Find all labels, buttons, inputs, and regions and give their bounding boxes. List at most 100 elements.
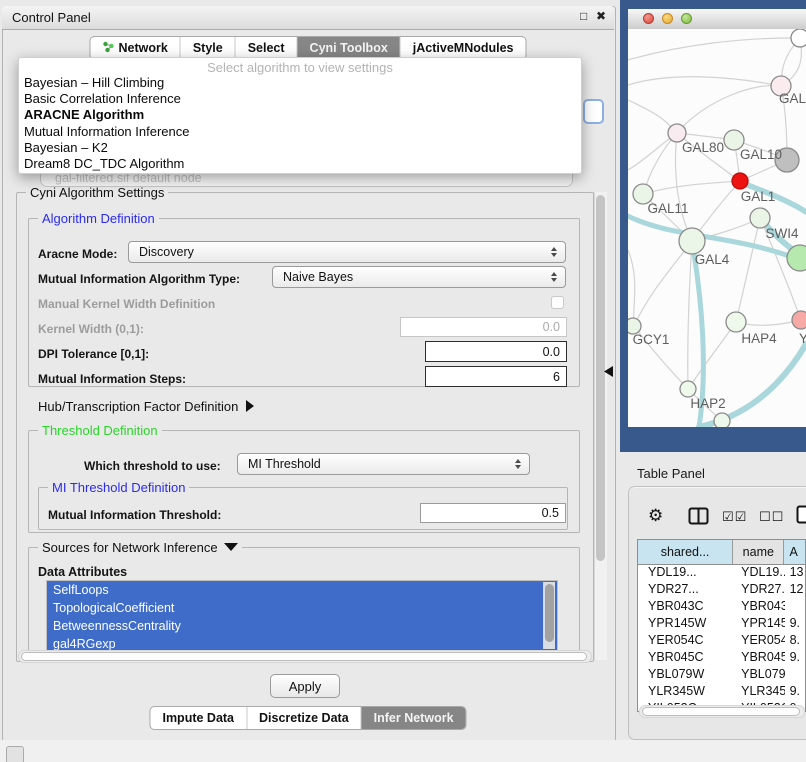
- zoom-traffic-light-button[interactable]: [681, 13, 692, 24]
- table-row[interactable]: YER054CYER054C8.: [638, 633, 805, 650]
- mi-threshold-label: Mutual Information Threshold:: [48, 508, 221, 522]
- minimized-panel-button[interactable]: [6, 746, 24, 762]
- attributes-list-scrollbar-thumb[interactable]: [545, 584, 554, 642]
- table-row[interactable]: YBR045CYBR045C9.: [638, 650, 805, 667]
- attribute-item-selfloops[interactable]: SelfLoops: [47, 581, 557, 599]
- settings-horizontal-scrollbar-thumb[interactable]: [21, 652, 587, 661]
- sources-group-toggle[interactable]: Sources for Network Inference: [38, 540, 242, 555]
- network-window-titlebar[interactable]: [628, 9, 806, 30]
- table-cell: 9.: [785, 616, 805, 633]
- column-header-name[interactable]: name: [733, 540, 784, 564]
- mi-steps-value: 6: [553, 370, 560, 384]
- table-row[interactable]: YLR345WYLR345W9.: [638, 684, 805, 701]
- table-cell: [785, 667, 805, 684]
- network-node-label: GAL10: [740, 147, 782, 162]
- network-edge: [634, 241, 692, 326]
- attributes-list-scrollbar[interactable]: [543, 582, 555, 649]
- hub-definition-expander[interactable]: Hub/Transcription Factor Definition: [38, 399, 254, 414]
- network-node-swi4[interactable]: [750, 208, 770, 228]
- table-cell: YER054C: [733, 633, 784, 650]
- apply-button[interactable]: Apply: [270, 674, 340, 698]
- inference-combo-fragment[interactable]: [583, 99, 604, 124]
- network-node-unlabeled-0[interactable]: [791, 29, 806, 47]
- attribute-item-topologicalcoefficient[interactable]: TopologicalCoefficient: [47, 599, 557, 617]
- columns-icon[interactable]: [688, 507, 709, 530]
- tab-network[interactable]: Network: [90, 37, 180, 59]
- bottom-tab-discretize-data[interactable]: Discretize Data: [247, 707, 362, 729]
- network-node-label: Y: [799, 331, 806, 346]
- settings-vertical-scrollbar[interactable]: [594, 192, 607, 660]
- settings-horizontal-scrollbar[interactable]: [18, 650, 592, 663]
- algorithm-option-aracne-algorithm[interactable]: ARACNE Algorithm: [19, 107, 581, 123]
- table-cell: YLR345W: [638, 684, 733, 701]
- algorithm-option-mutual-information-inference[interactable]: Mutual Information Inference: [19, 124, 581, 140]
- node-table: shared...nameA YDL19...YDL19...13YDR27..…: [637, 539, 806, 712]
- network-node-hap4[interactable]: [726, 312, 746, 332]
- show-checked-columns-icon[interactable]: ☑☑: [722, 509, 747, 525]
- network-node-y[interactable]: [792, 311, 806, 329]
- gear-icon[interactable]: ⚙: [648, 506, 663, 526]
- network-edge: [628, 250, 635, 326]
- table-row[interactable]: YDR27...YDR27...12: [638, 582, 805, 599]
- expand-right-icon: [246, 400, 254, 412]
- attribute-item-betweennesscentrality[interactable]: BetweennessCentrality: [47, 617, 557, 635]
- aracne-mode-combo[interactable]: Discovery: [128, 241, 566, 263]
- algorithm-option-bayesian-k2[interactable]: Bayesian – K2: [19, 140, 581, 156]
- minimize-traffic-light-button[interactable]: [662, 13, 673, 24]
- mi-threshold-group-title: MI Threshold Definition: [48, 480, 189, 495]
- algorithm-option-dream8-dc-tdc-algorithm[interactable]: Dream8 DC_TDC Algorithm: [19, 156, 581, 172]
- tab-select[interactable]: Select: [236, 37, 298, 59]
- algorithm-definition-title: Algorithm Definition: [38, 211, 159, 226]
- hide-columns-icon[interactable]: ☐☐: [759, 509, 784, 525]
- bottom-tab-infer-network[interactable]: Infer Network: [362, 707, 466, 729]
- table-cell: YBR043C: [733, 599, 784, 616]
- mi-steps-label: Mutual Information Steps:: [38, 372, 186, 386]
- column-header-shared[interactable]: shared...: [638, 540, 733, 564]
- which-threshold-combo[interactable]: MI Threshold: [237, 453, 530, 475]
- close-traffic-light-button[interactable]: [643, 13, 654, 24]
- bottom-tab-impute-data[interactable]: Impute Data: [150, 707, 247, 729]
- network-edge: [628, 38, 792, 60]
- network-canvas[interactable]: GALGAL80GAL10GAL1GAL11SWI4GAL4GCY1HAP4YH…: [628, 29, 806, 427]
- export-table-icon[interactable]: [796, 505, 806, 529]
- tab-label: Select: [248, 41, 285, 55]
- mi-type-combo[interactable]: Naive Bayes: [272, 266, 566, 288]
- table-horizontal-scrollbar[interactable]: [639, 705, 805, 718]
- table-row[interactable]: YPR145WYPR145W9.: [638, 616, 805, 633]
- close-window-icon[interactable]: ✖: [596, 9, 606, 23]
- network-node-unlabeled-9[interactable]: [787, 245, 806, 271]
- network-node-hap2[interactable]: [680, 381, 696, 397]
- combo-arrows-icon: [515, 459, 521, 469]
- network-edge: [736, 218, 760, 322]
- tab-cyni-toolbox[interactable]: Cyni Toolbox: [298, 37, 401, 59]
- mi-steps-field[interactable]: 6: [425, 366, 567, 387]
- mi-threshold-field[interactable]: 0.5: [420, 503, 566, 523]
- float-window-icon[interactable]: □: [580, 9, 587, 23]
- table-cell: YDL19...: [733, 565, 784, 582]
- control-panel-titlebar[interactable]: [2, 6, 614, 30]
- algorithm-option-bayesian-hill-climbing[interactable]: Bayesian – Hill Climbing: [19, 75, 581, 91]
- table-cell: YBR043C: [638, 599, 733, 616]
- dpi-tolerance-field[interactable]: 0.0: [425, 341, 567, 362]
- network-node-unlabeled-14[interactable]: [714, 413, 730, 427]
- table-row[interactable]: YDL19...YDL19...13: [638, 565, 805, 582]
- network-node-gal4[interactable]: [679, 228, 705, 254]
- column-header-a[interactable]: A: [784, 540, 805, 564]
- network-edge: [628, 77, 781, 86]
- network-node-gal1[interactable]: [732, 173, 748, 189]
- table-cell: YDR27...: [733, 582, 784, 599]
- table-horizontal-scrollbar-thumb[interactable]: [642, 707, 800, 716]
- mi-type-value: Naive Bayes: [283, 270, 353, 284]
- tab-style[interactable]: Style: [181, 37, 236, 59]
- settings-vertical-scrollbar-thumb[interactable]: [596, 195, 605, 561]
- table-row[interactable]: YBR043CYBR043C: [638, 599, 805, 616]
- dpi-tolerance-label: DPI Tolerance [0,1]:: [38, 347, 149, 361]
- network-node-label: GCY1: [633, 332, 670, 347]
- algorithm-option-basic-correlation-inference[interactable]: Basic Correlation Inference: [19, 91, 581, 107]
- tab-label: Network: [118, 41, 167, 55]
- kernel-width-field[interactable]: 0.0: [400, 317, 567, 337]
- tab-jactivemnodules[interactable]: jActiveMNodules: [401, 37, 526, 59]
- table-row[interactable]: YBL079WYBL079W: [638, 667, 805, 684]
- manual-kernel-checkbox[interactable]: [551, 296, 564, 309]
- mi-threshold-value: 0.5: [542, 506, 559, 520]
